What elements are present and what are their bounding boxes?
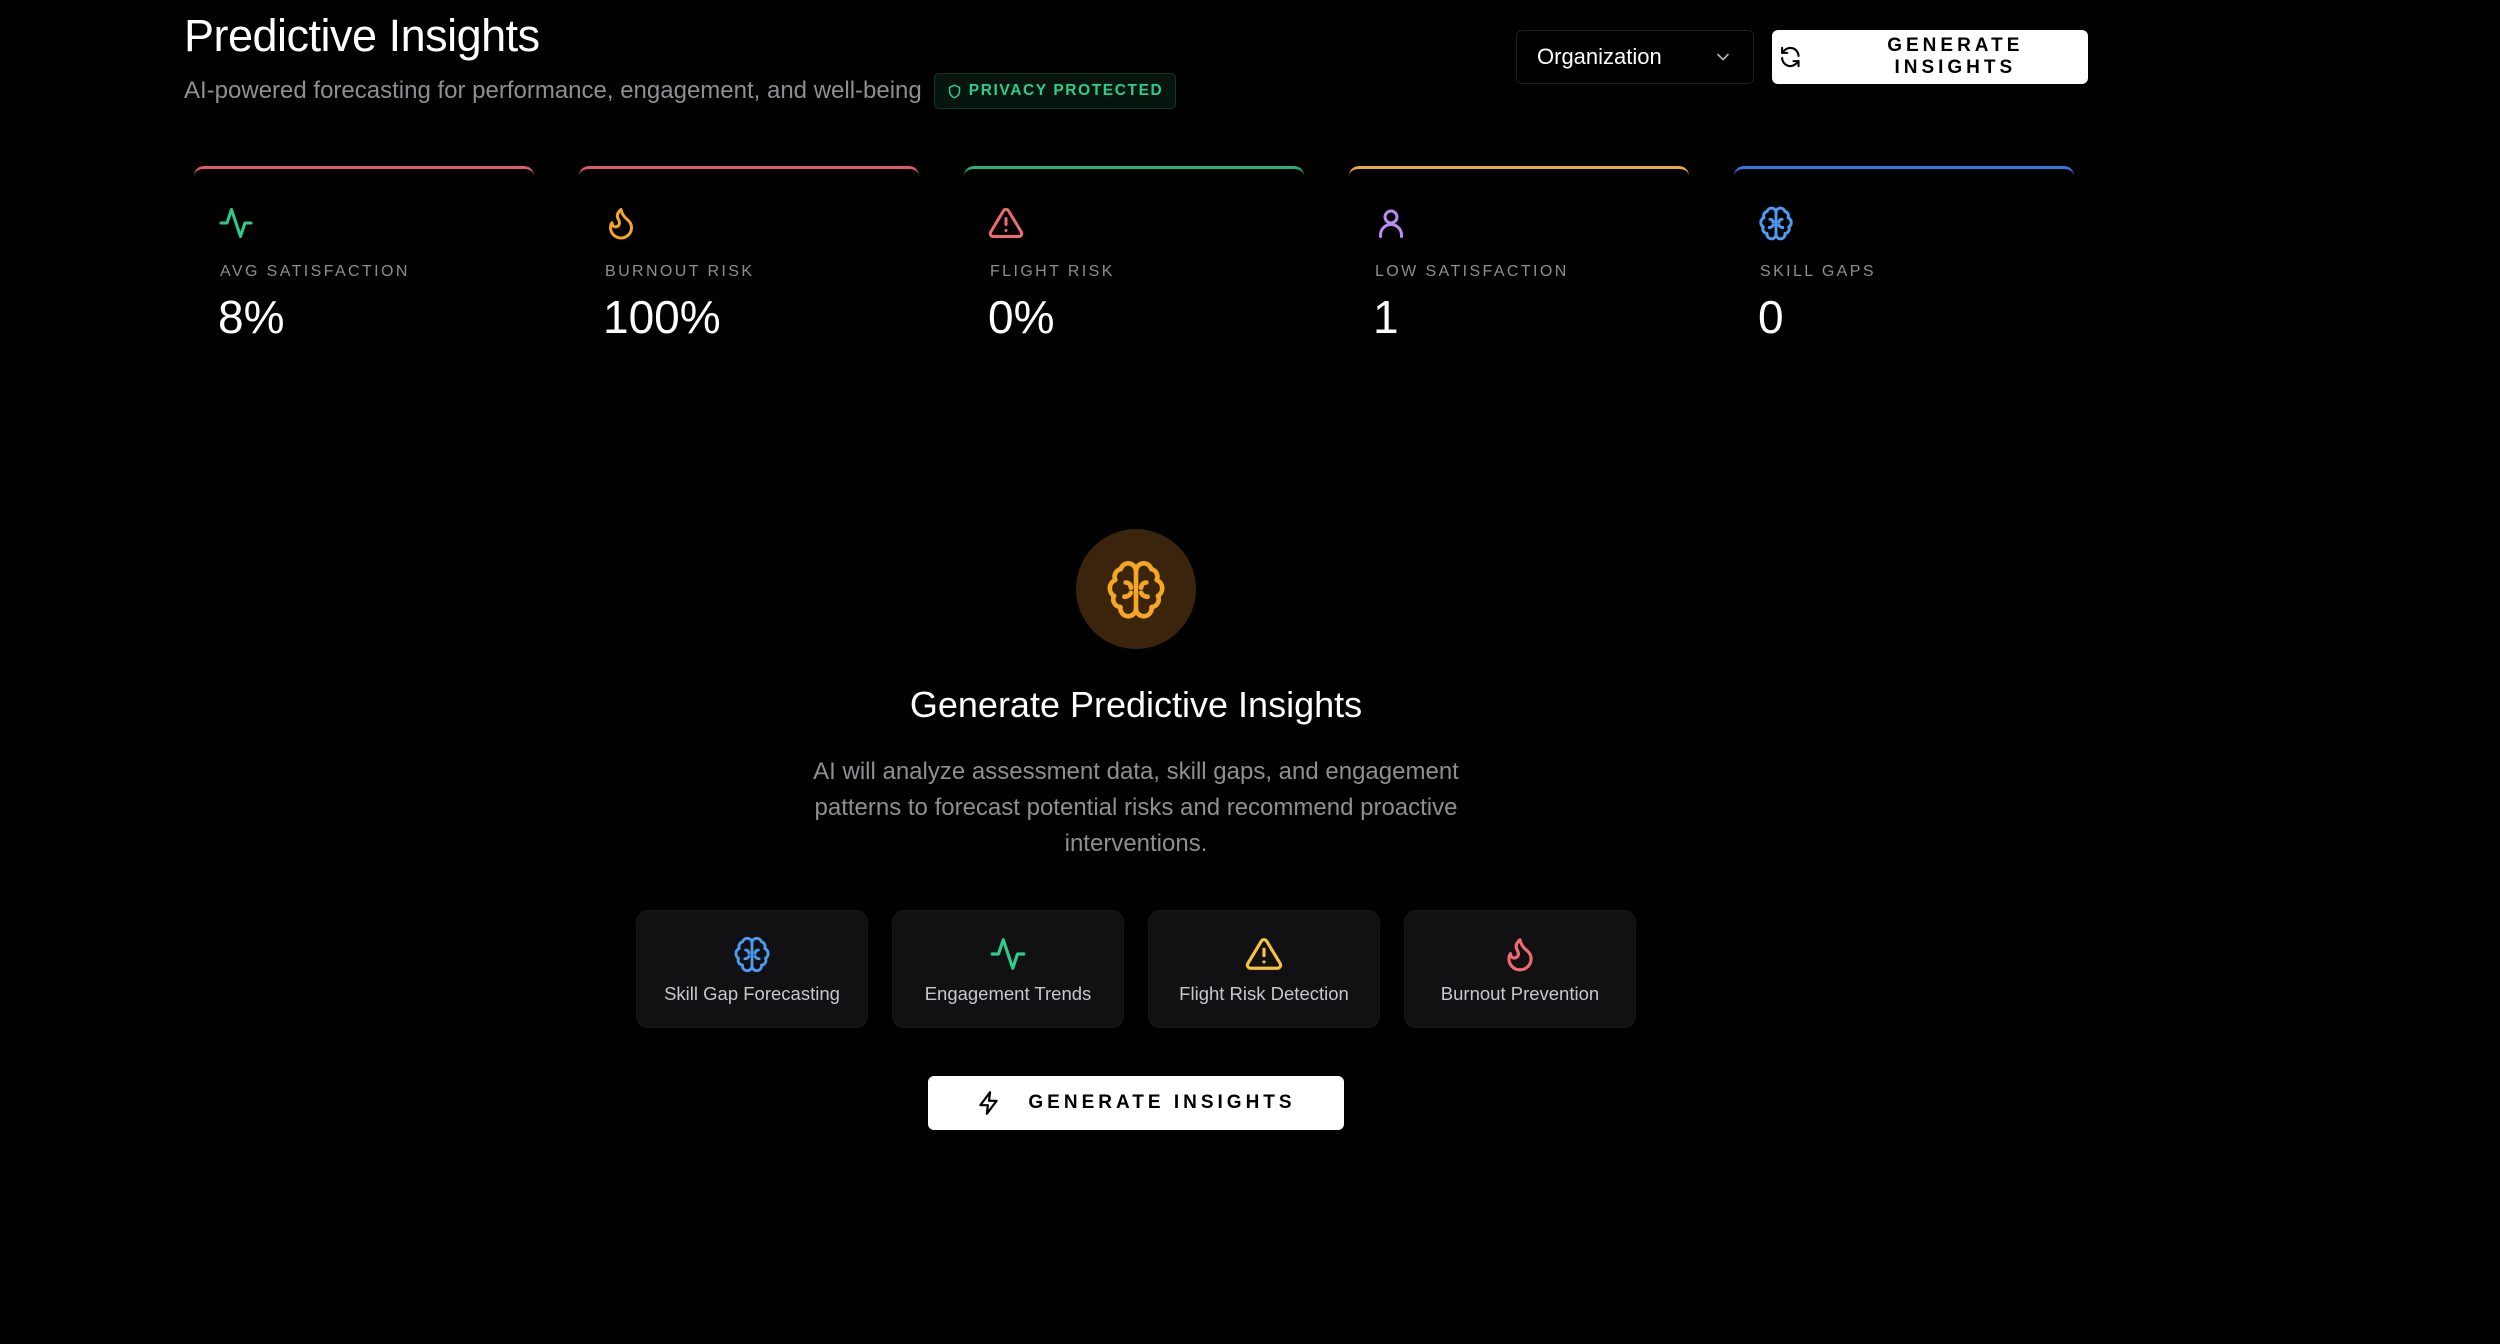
empty-state-description: AI will analyze assessment data, skill g… [813, 758, 1459, 857]
feature-label: Skill Gap Forecasting [664, 983, 840, 1004]
feature-card-engagement-trends: Engagement Trends [892, 910, 1124, 1028]
stat-value: 8% [218, 291, 285, 343]
stat-card-avg-satisfaction: AVG SATISFACTION 8% [194, 166, 534, 349]
stat-card-burnout-risk: BURNOUT RISK 100% [579, 166, 919, 349]
feature-card-burnout-prevention: Burnout Prevention [1404, 910, 1636, 1028]
stat-label: BURNOUT RISK [605, 263, 755, 280]
scope-select-value: Organization [1537, 44, 1662, 69]
feature-label: Engagement Trends [924, 983, 1092, 1004]
stat-label: SKILL GAPS [1760, 263, 1876, 280]
activity-icon [989, 935, 1027, 973]
feature-card-flight-risk-detection: Flight Risk Detection [1148, 910, 1380, 1028]
generate-insights-label: GENERATE INSIGHTS [1028, 1092, 1296, 1113]
feature-label: Burnout Prevention [1440, 983, 1600, 1004]
generate-insights-header-label: GENERATE INSIGHTS [1887, 35, 2024, 78]
feature-card-skill-gap-forecasting: Skill Gap Forecasting [636, 910, 868, 1028]
stat-card-low-satisfaction: LOW SATISFACTION 1 [1349, 166, 1689, 349]
stat-value: 100% [603, 291, 721, 343]
stat-label: LOW SATISFACTION [1375, 263, 1569, 280]
feature-label: Flight Risk Detection [1179, 983, 1349, 1004]
predictive-insights-page: Predictive Insights AI-powered forecasti… [0, 0, 2500, 1344]
stat-value: 0 [1758, 291, 1784, 343]
stat-card-skill-gaps: SKILL GAPS 0 [1734, 166, 2074, 349]
subtitle-row: AI-powered forecasting for performance, … [184, 72, 1177, 110]
page-title: Predictive Insights [184, 10, 540, 61]
refresh-icon [1781, 46, 1800, 68]
chevron-down-icon [1717, 53, 1729, 61]
user-icon [1373, 205, 1409, 241]
brain-icon [1758, 205, 1794, 241]
stat-label: AVG SATISFACTION [220, 263, 410, 280]
empty-state-title: Generate Predictive Insights [909, 684, 1363, 725]
generate-insights-button[interactable]: GENERATE INSIGHTS [928, 1076, 1344, 1130]
flame-icon [603, 205, 639, 241]
flame-icon [1501, 935, 1539, 973]
privacy-badge: PRIVACY PROTECTED [933, 73, 1177, 109]
privacy-badge-label: PRIVACY PROTECTED [968, 82, 1164, 99]
stat-value: 1 [1373, 291, 1399, 343]
zap-icon [979, 1091, 999, 1115]
stat-label: FLIGHT RISK [990, 263, 1115, 280]
activity-icon [218, 205, 254, 241]
brain-icon [1107, 561, 1165, 619]
stat-value: 0% [988, 291, 1055, 343]
page-subtitle: AI-powered forecasting for performance, … [184, 77, 922, 104]
stat-card-flight-risk: FLIGHT RISK 0% [964, 166, 1304, 349]
scope-select[interactable]: Organization [1516, 30, 1754, 84]
brain-icon [733, 935, 771, 973]
generate-insights-header-button[interactable]: GENERATE INSIGHTS [1772, 30, 2088, 84]
alert-triangle-icon [1245, 935, 1283, 973]
empty-state-icon-circle [1076, 529, 1196, 649]
alert-triangle-icon [988, 205, 1024, 241]
shield-icon [948, 84, 961, 98]
